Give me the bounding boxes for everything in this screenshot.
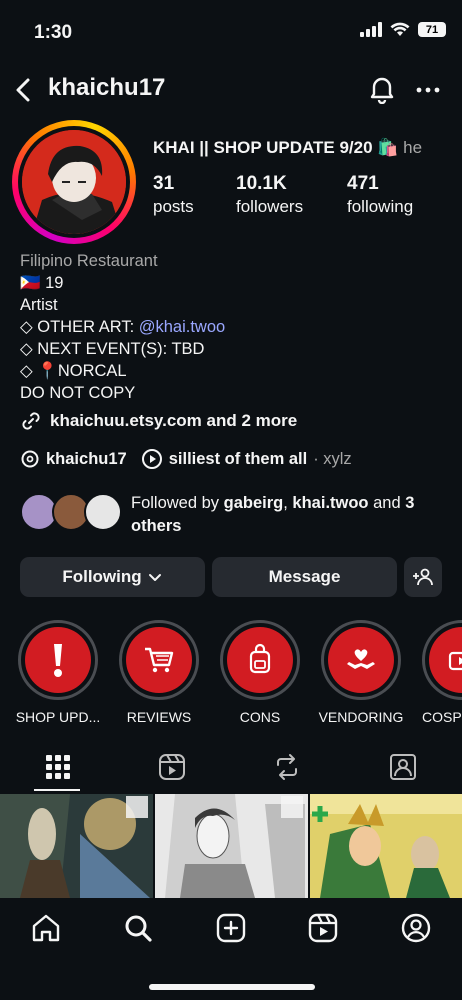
tagged-icon[interactable] xyxy=(388,752,418,782)
post-thumbnail[interactable] xyxy=(0,794,153,898)
active-tab-indicator xyxy=(34,789,80,791)
search-icon[interactable] xyxy=(122,912,154,944)
highlight-shop-update[interactable]: SHOP UPD... xyxy=(16,620,100,725)
link-icon xyxy=(22,412,40,430)
threads-music-row: khaichu17 silliest of them all · xylz xyxy=(20,448,352,470)
profile-bio: Filipino Restaurant 🇵🇭 19 Artist ◇ OTHER… xyxy=(20,250,225,404)
home-icon[interactable] xyxy=(30,912,62,944)
bio-line: DO NOT COPY xyxy=(20,384,136,402)
mutual-followers-avatars[interactable] xyxy=(20,493,130,533)
bio-line: 🇵🇭 19 xyxy=(20,274,64,292)
stat-followers[interactable]: 10.1K followers xyxy=(236,173,303,217)
message-button[interactable]: Message xyxy=(212,557,397,597)
back-arrow-icon[interactable] xyxy=(10,76,38,104)
post-thumbnail[interactable] xyxy=(155,794,308,898)
bio-line: ◇ NEXT EVENT(S): TBD xyxy=(20,340,205,358)
music-artist: · xylz xyxy=(313,449,352,468)
bio-line: ◇ OTHER ART: @khai.twoo xyxy=(20,318,226,336)
threads-handle[interactable]: khaichu17 xyxy=(46,450,127,469)
backpack-icon xyxy=(249,643,271,674)
profile-display-name: KHAI || SHOP UPDATE 9/20 🛍️ he xyxy=(153,138,423,157)
threads-icon[interactable] xyxy=(20,449,40,469)
cart-icon xyxy=(145,647,174,673)
profile-avatar[interactable] xyxy=(22,130,126,234)
stat-posts[interactable]: 31 posts xyxy=(153,173,194,217)
notification-bell-icon[interactable] xyxy=(368,74,396,104)
stat-following[interactable]: 471 following xyxy=(347,173,413,217)
highlight-cosplay[interactable]: COSP xyxy=(422,620,462,725)
more-options-icon[interactable] xyxy=(414,76,442,104)
grid-icon[interactable] xyxy=(43,752,73,782)
add-user-button[interactable] xyxy=(404,557,442,597)
bio-category: Filipino Restaurant xyxy=(20,252,158,270)
hands-heart-icon xyxy=(347,649,375,669)
bio-mention-link[interactable]: @khai.twoo xyxy=(139,318,225,336)
signal-icon xyxy=(360,22,382,37)
music-title[interactable]: silliest of them all xyxy=(169,450,307,469)
bio-line: Artist xyxy=(20,296,58,314)
reposts-icon[interactable] xyxy=(272,752,302,782)
header-username: khaichu17 xyxy=(48,74,166,101)
pronouns: he xyxy=(403,138,423,157)
post-thumbnail[interactable] xyxy=(310,794,462,898)
followed-by-text[interactable]: Followed by gabeirg, khai.twoo and 3 oth… xyxy=(131,492,451,538)
video-icon xyxy=(448,651,462,671)
chevron-down-icon xyxy=(148,574,161,581)
highlight-cons[interactable]: CONS xyxy=(220,620,300,725)
profile-content-tabs xyxy=(0,740,462,794)
reels-nav-icon[interactable] xyxy=(307,912,339,944)
play-icon[interactable] xyxy=(141,448,163,470)
highlight-vendoring[interactable]: VENDORING xyxy=(319,620,403,725)
following-button[interactable]: Following xyxy=(20,557,205,597)
battery-icon: 71 xyxy=(418,22,446,37)
exclamation-icon xyxy=(54,644,62,677)
wifi-icon xyxy=(390,22,410,36)
home-indicator xyxy=(149,984,315,990)
highlight-reviews[interactable]: REVIEWS xyxy=(119,620,199,725)
status-time: 1:30 xyxy=(34,22,73,43)
create-post-icon[interactable] xyxy=(215,912,247,944)
avatar xyxy=(84,493,122,531)
status-icons: 71 xyxy=(360,22,446,37)
add-person-icon xyxy=(413,568,433,586)
profile-link[interactable]: khaichuu.etsy.com and 2 more xyxy=(20,410,297,432)
profile-nav-icon[interactable] xyxy=(400,912,432,944)
reels-icon[interactable] xyxy=(157,752,187,782)
bio-line: ◇ 📍NORCAL xyxy=(20,362,127,380)
